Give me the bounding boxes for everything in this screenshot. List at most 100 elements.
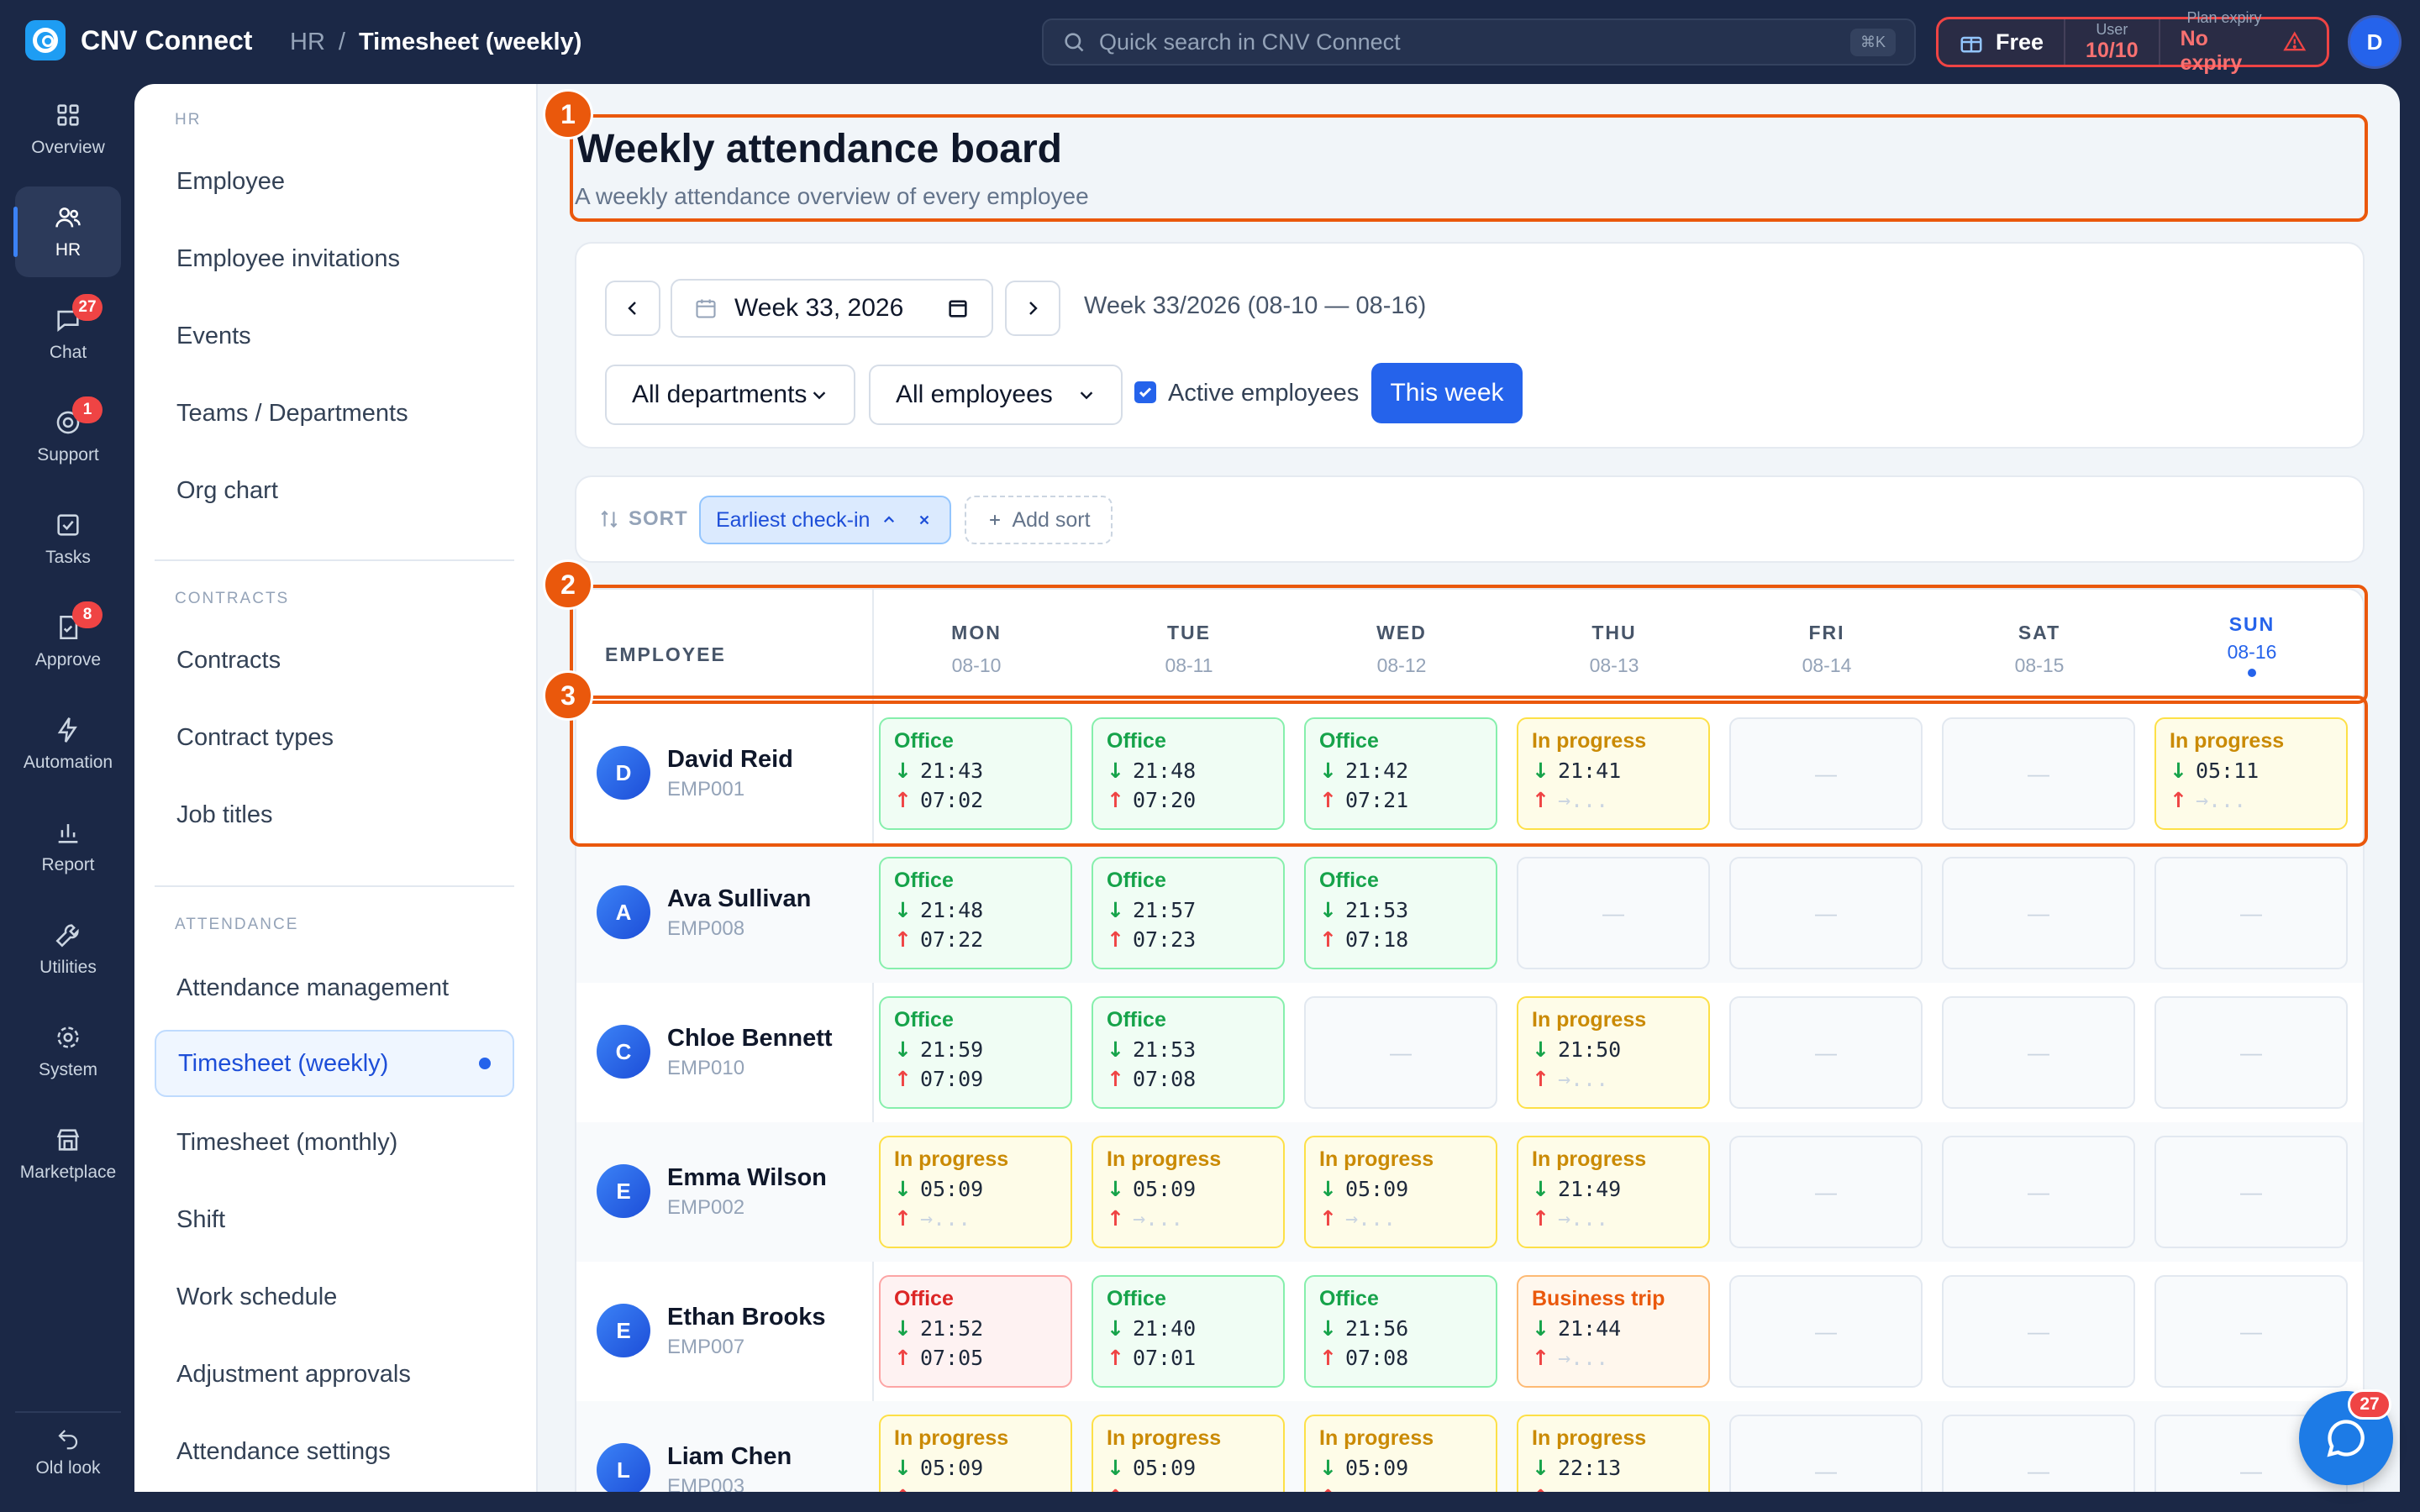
subnav-attendance-settings[interactable]: Attendance settings [155, 1418, 514, 1485]
attendance-cell[interactable]: Office ↓ 21:53 ↑ 07:18 [1304, 857, 1497, 969]
add-sort-button[interactable]: Add sort [965, 496, 1113, 544]
arrow-up-icon: ↑ [1319, 1206, 1337, 1231]
arrow-up-icon: ↑ [1319, 1485, 1337, 1492]
subnav-attendance-management[interactable]: Attendance management [155, 954, 514, 1021]
subnav-adjustment-approvals[interactable]: Adjustment approvals [155, 1341, 514, 1408]
attendance-cell[interactable]: Office ↓ 21:52 ↑ 07:05 [879, 1275, 1072, 1388]
department-select[interactable]: All departments [605, 365, 855, 425]
employee-name[interactable]: Ava Sullivan [667, 885, 811, 913]
attendance-cell-empty[interactable]: — [2154, 1136, 2348, 1248]
subnav-org-chart[interactable]: Org chart [155, 457, 514, 524]
search-input[interactable]: Quick search in CNV Connect ⌘K [1042, 18, 1916, 66]
store-icon [56, 1129, 80, 1151]
rail-item-automation[interactable]: Automation [15, 699, 121, 790]
attendance-cell-empty[interactable]: — [1729, 1275, 1923, 1388]
attendance-cell-empty[interactable]: — [1517, 857, 1710, 969]
employee-name[interactable]: Liam Chen [667, 1443, 792, 1471]
user-avatar[interactable]: D [2348, 15, 2402, 69]
subnav-timesheet-monthly[interactable]: Timesheet (monthly) [155, 1109, 514, 1176]
rail-item-hr[interactable]: HR [13, 186, 121, 277]
attendance-cell[interactable]: In progress ↓ 05:09 ↑ →... [1304, 1415, 1497, 1492]
app-logo[interactable] [25, 20, 66, 60]
check-in-time: 21:49 [1557, 1177, 1622, 1201]
check-icon [1139, 387, 1152, 397]
subnav-employee[interactable]: Employee [155, 148, 514, 215]
rail-label: Approve [34, 650, 102, 669]
employee-name[interactable]: Emma Wilson [667, 1164, 827, 1192]
attendance-cell-empty[interactable]: — [1942, 1275, 2135, 1388]
subnav-shift[interactable]: Shift [155, 1186, 514, 1253]
rail-item-report[interactable]: Report [15, 801, 121, 892]
attendance-cell-empty[interactable]: — [1942, 1415, 2135, 1492]
attendance-cell[interactable]: Office ↓ 21:59 ↑ 07:09 [879, 996, 1072, 1109]
arrow-down-icon: ↓ [1532, 1037, 1549, 1062]
rail-item-support[interactable]: 1 Support [15, 391, 121, 482]
rail-item-overview[interactable]: Overview [15, 84, 121, 175]
attendance-status: Office [1107, 869, 1166, 892]
attendance-cell[interactable]: Business trip ↓ 21:44 ↑ →... [1517, 1275, 1710, 1388]
attendance-cell[interactable]: In progress ↓ 05:09 ↑ →... [1304, 1136, 1497, 1248]
attendance-cell[interactable]: Office ↓ 21:48 ↑ 07:22 [879, 857, 1072, 969]
rail-item-marketplace[interactable]: Marketplace [15, 1109, 121, 1200]
active-employees-checkbox[interactable] [1134, 381, 1156, 403]
sort-chip[interactable]: Earliest check-in [699, 496, 951, 544]
week-picker[interactable]: Week 33, 2026 [671, 279, 993, 338]
attendance-cell[interactable]: In progress ↓ 22:13 ↑ →... [1517, 1415, 1710, 1492]
subnav-job-titles[interactable]: Job titles [155, 781, 514, 848]
subnav-teams-departments[interactable]: Teams / Departments [155, 380, 514, 447]
prev-week-button[interactable] [605, 281, 660, 336]
attendance-cell-empty[interactable]: — [2154, 1275, 2348, 1388]
attendance-cell-empty[interactable]: — [1942, 996, 2135, 1109]
attendance-cell-empty[interactable]: — [1729, 1136, 1923, 1248]
attendance-cell-empty[interactable]: — [1729, 857, 1923, 969]
this-week-button[interactable]: This week [1371, 363, 1523, 423]
subnav-timesheet-weekly[interactable]: Timesheet (weekly) [155, 1030, 514, 1097]
subnav-events[interactable]: Events [155, 302, 514, 370]
attendance-cell-empty[interactable]: — [1942, 1136, 2135, 1248]
subnav-contract-types[interactable]: Contract types [155, 704, 514, 771]
attendance-cell[interactable]: Office ↓ 21:53 ↑ 07:08 [1092, 996, 1285, 1109]
attendance-cell[interactable]: In progress ↓ 05:09 ↑ →... [1092, 1415, 1285, 1492]
check-in-line: ↓ 21:52 [894, 1316, 1057, 1341]
chevron-up-icon[interactable] [881, 512, 897, 528]
breadcrumb-parent[interactable]: HR [290, 29, 325, 56]
employee-name[interactable]: Ethan Brooks [667, 1304, 826, 1331]
attendance-cell[interactable]: Office ↓ 21:40 ↑ 07:01 [1092, 1275, 1285, 1388]
check-out-line: ↑ 07:08 [1319, 1346, 1482, 1370]
subnav-work-schedule[interactable]: Work schedule [155, 1263, 514, 1331]
attendance-cell-empty[interactable]: — [2154, 996, 2348, 1109]
attendance-cell[interactable]: In progress ↓ 05:09 ↑ →... [879, 1136, 1072, 1248]
attendance-cell-empty[interactable]: — [1304, 996, 1497, 1109]
attendance-cell[interactable]: In progress ↓ 21:49 ↑ →... [1517, 1136, 1710, 1248]
close-icon[interactable] [917, 512, 932, 528]
attendance-cell-empty[interactable]: — [2154, 857, 2348, 969]
attendance-cell[interactable]: In progress ↓ 05:09 ↑ →... [1092, 1136, 1285, 1248]
arrow-down-icon: ↓ [894, 1177, 912, 1201]
active-employees-label[interactable]: Active employees [1168, 380, 1359, 407]
check-out-line: ↑ →... [1532, 1206, 1695, 1231]
attendance-cell-empty[interactable]: — [1729, 1415, 1923, 1492]
employee-name[interactable]: Chloe Bennett [667, 1025, 833, 1053]
rail-item-utilities[interactable]: Utilities [15, 904, 121, 995]
subnav-employee-invitations[interactable]: Employee invitations [155, 225, 514, 292]
subnav-contracts[interactable]: Contracts [155, 627, 514, 694]
attendance-cell-empty[interactable]: — [1729, 996, 1923, 1109]
plan-status[interactable]: Free User 10/10 Plan expiry No expiry [1936, 9, 2329, 75]
arrow-up-icon: ↑ [1532, 1485, 1549, 1492]
attendance-cell[interactable]: Office ↓ 21:57 ↑ 07:23 [1092, 857, 1285, 969]
attendance-cell[interactable]: Office ↓ 21:56 ↑ 07:08 [1304, 1275, 1497, 1388]
attendance-cell-empty[interactable]: — [1942, 857, 2135, 969]
attendance-cell[interactable]: In progress ↓ 21:50 ↑ →... [1517, 996, 1710, 1109]
old-look-button[interactable]: Old look [15, 1411, 121, 1492]
attendance-status: In progress [1532, 1147, 1647, 1171]
rail-item-approve[interactable]: 8 Approve [15, 596, 121, 687]
plan-expiry-value: No expiry [2180, 26, 2243, 75]
attendance-cell[interactable]: In progress ↓ 05:09 ↑ →... [879, 1415, 1072, 1492]
plan-free[interactable]: Free [1939, 19, 2066, 65]
rail-item-system[interactable]: System [15, 1006, 121, 1097]
check-in-time: 05:09 [1132, 1456, 1197, 1480]
rail-item-tasks[interactable]: Tasks [15, 494, 121, 585]
employee-select[interactable]: All employees [869, 365, 1123, 425]
rail-item-chat[interactable]: 27 Chat [15, 289, 121, 380]
next-week-button[interactable] [1005, 281, 1060, 336]
